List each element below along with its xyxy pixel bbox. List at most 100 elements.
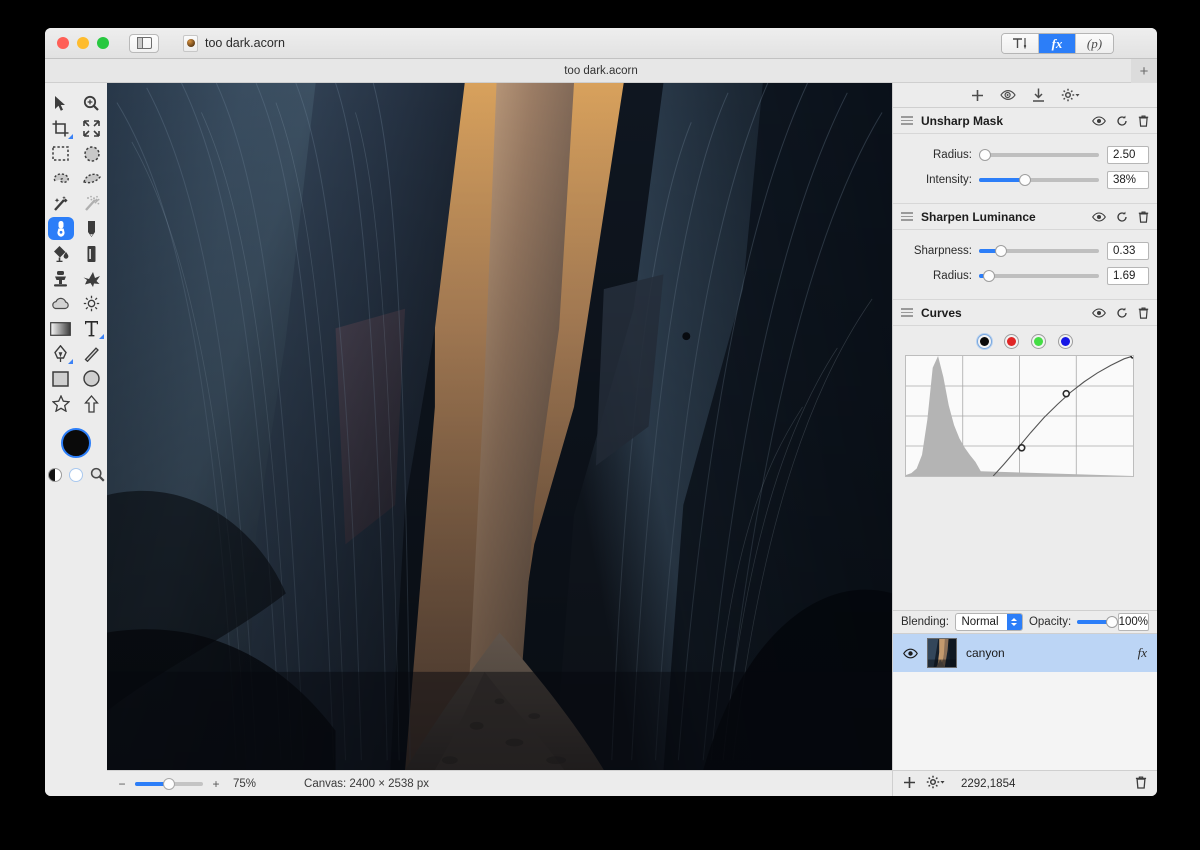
param-slider[interactable] xyxy=(979,249,1099,253)
polygon-lasso-tool[interactable] xyxy=(76,166,107,191)
crop-tool[interactable] xyxy=(45,116,76,141)
pen-nib-icon xyxy=(53,345,68,363)
ellipse-select-tool[interactable] xyxy=(76,141,107,166)
curves-graph[interactable] xyxy=(905,355,1134,477)
pen-tool[interactable] xyxy=(45,341,76,366)
zoom-slider-knob[interactable] xyxy=(163,778,175,790)
reset-icon[interactable] xyxy=(1116,115,1128,127)
param-label: Radius: xyxy=(901,149,979,161)
channel-green-button[interactable] xyxy=(1031,334,1046,349)
layer-visibility-eye-icon[interactable] xyxy=(903,648,918,659)
foreground-color-swatch[interactable] xyxy=(61,428,91,458)
curves-plot[interactable] xyxy=(906,356,1133,476)
eye-icon[interactable] xyxy=(1092,212,1106,222)
apply-filter-button[interactable] xyxy=(1032,88,1045,102)
trash-icon[interactable] xyxy=(1138,307,1149,319)
zoom-out-button[interactable]: − xyxy=(117,777,127,791)
document-tab[interactable]: too dark.acorn xyxy=(564,65,638,77)
filter-header[interactable]: Curves xyxy=(893,300,1157,326)
dodge-burn-tool[interactable] xyxy=(76,291,107,316)
eraser-tool[interactable] xyxy=(76,241,107,266)
close-button[interactable] xyxy=(57,37,69,49)
layer-settings-button[interactable] xyxy=(926,775,945,792)
eye-icon[interactable] xyxy=(1092,116,1106,126)
zoom-tool[interactable] xyxy=(76,91,107,116)
reset-icon[interactable] xyxy=(1116,307,1128,319)
add-filter-button[interactable] xyxy=(971,89,984,102)
layer-thumbnail[interactable] xyxy=(927,638,957,668)
ellipse-shape-tool[interactable] xyxy=(76,366,107,391)
window-title: too dark.acorn xyxy=(205,36,285,50)
arrow-shape-tool[interactable] xyxy=(76,391,107,416)
zoom-in-button[interactable]: + xyxy=(211,777,221,791)
param-value-field[interactable]: 2.50 xyxy=(1107,146,1149,164)
tools-inspector-button[interactable] xyxy=(1002,34,1039,53)
blur-tool[interactable] xyxy=(45,291,76,316)
zoom-slider[interactable] xyxy=(135,782,203,786)
lasso-tool[interactable] xyxy=(45,166,76,191)
inspector-segmented-control[interactable]: fx (p) xyxy=(1001,33,1114,54)
cursor-coordinates: 2292,1854 xyxy=(961,778,1015,790)
star-shape-tool[interactable] xyxy=(45,391,76,416)
trash-icon[interactable] xyxy=(1138,115,1149,127)
param-slider[interactable] xyxy=(979,178,1099,182)
eye-icon[interactable] xyxy=(1092,308,1106,318)
canvas-image-canyon[interactable] xyxy=(107,83,892,770)
rect-select-tool[interactable] xyxy=(45,141,76,166)
param-value-field[interactable]: 0.33 xyxy=(1107,242,1149,260)
filter-header[interactable]: Unsharp Mask xyxy=(893,108,1157,134)
download-icon xyxy=(1032,88,1045,102)
text-tool[interactable] xyxy=(76,316,107,341)
drag-handle-icon[interactable] xyxy=(901,116,913,125)
smudge-icon xyxy=(83,270,101,287)
filters-inspector-button[interactable]: fx xyxy=(1039,34,1076,53)
param-slider[interactable] xyxy=(979,153,1099,157)
minimize-button[interactable] xyxy=(77,37,89,49)
param-value-field[interactable]: 38% xyxy=(1107,171,1149,189)
move-tool[interactable] xyxy=(45,91,76,116)
layer-row-canyon[interactable]: canyon fx xyxy=(893,634,1157,672)
layer-thumbnail-image xyxy=(928,639,956,667)
filter-row-icons xyxy=(1092,307,1149,319)
trash-icon[interactable] xyxy=(1138,211,1149,223)
drag-handle-icon[interactable] xyxy=(901,308,913,317)
filter-header[interactable]: Sharpen Luminance xyxy=(893,204,1157,230)
filter-body: Radius: 2.50 Intensity: 38% xyxy=(893,134,1157,204)
document-chip[interactable]: too dark.acorn xyxy=(183,35,285,52)
param-value-field[interactable]: 1.69 xyxy=(1107,267,1149,285)
pencil-tool[interactable] xyxy=(76,216,107,241)
magic-wand-tool[interactable] xyxy=(45,191,76,216)
opacity-value-field[interactable]: 100% xyxy=(1118,613,1149,631)
default-colors-icon[interactable] xyxy=(48,468,62,482)
filter-settings-button[interactable] xyxy=(1061,88,1080,102)
drag-handle-icon[interactable] xyxy=(901,212,913,221)
layer-options-bar: Blending: Normal Opacity: 100% xyxy=(893,610,1157,634)
blending-mode-select[interactable]: Normal xyxy=(955,613,1023,631)
background-color-swatch[interactable] xyxy=(69,468,83,482)
reset-icon[interactable] xyxy=(1116,211,1128,223)
line-tool[interactable] xyxy=(76,341,107,366)
selection-brush-tool[interactable] xyxy=(76,191,107,216)
add-layer-button[interactable] xyxy=(903,776,916,792)
palette-inspector-button[interactable]: (p) xyxy=(1076,34,1113,53)
zoom-button[interactable] xyxy=(97,37,109,49)
delete-layer-button[interactable] xyxy=(1135,776,1147,792)
channel-red-button[interactable] xyxy=(1004,334,1019,349)
preview-filter-button[interactable] xyxy=(1000,89,1016,101)
opacity-slider[interactable] xyxy=(1077,620,1111,624)
brush-tool[interactable] xyxy=(45,216,76,241)
gradient-tool[interactable] xyxy=(45,316,76,341)
smudge-tool[interactable] xyxy=(76,266,107,291)
rectangle-shape-tool[interactable] xyxy=(45,366,76,391)
channel-rgb-button[interactable] xyxy=(977,334,992,349)
paint-bucket-tool[interactable] xyxy=(45,241,76,266)
param-slider[interactable] xyxy=(979,274,1099,278)
transform-tool[interactable] xyxy=(76,116,107,141)
channel-blue-button[interactable] xyxy=(1058,334,1073,349)
new-tab-button[interactable]: + xyxy=(1131,59,1157,83)
canvas-area[interactable] xyxy=(107,83,892,770)
layer-fx-badge[interactable]: fx xyxy=(1138,645,1147,661)
clone-stamp-tool[interactable] xyxy=(45,266,76,291)
loupe-icon[interactable] xyxy=(90,467,105,482)
sidebar-toggle-button[interactable] xyxy=(129,34,159,53)
